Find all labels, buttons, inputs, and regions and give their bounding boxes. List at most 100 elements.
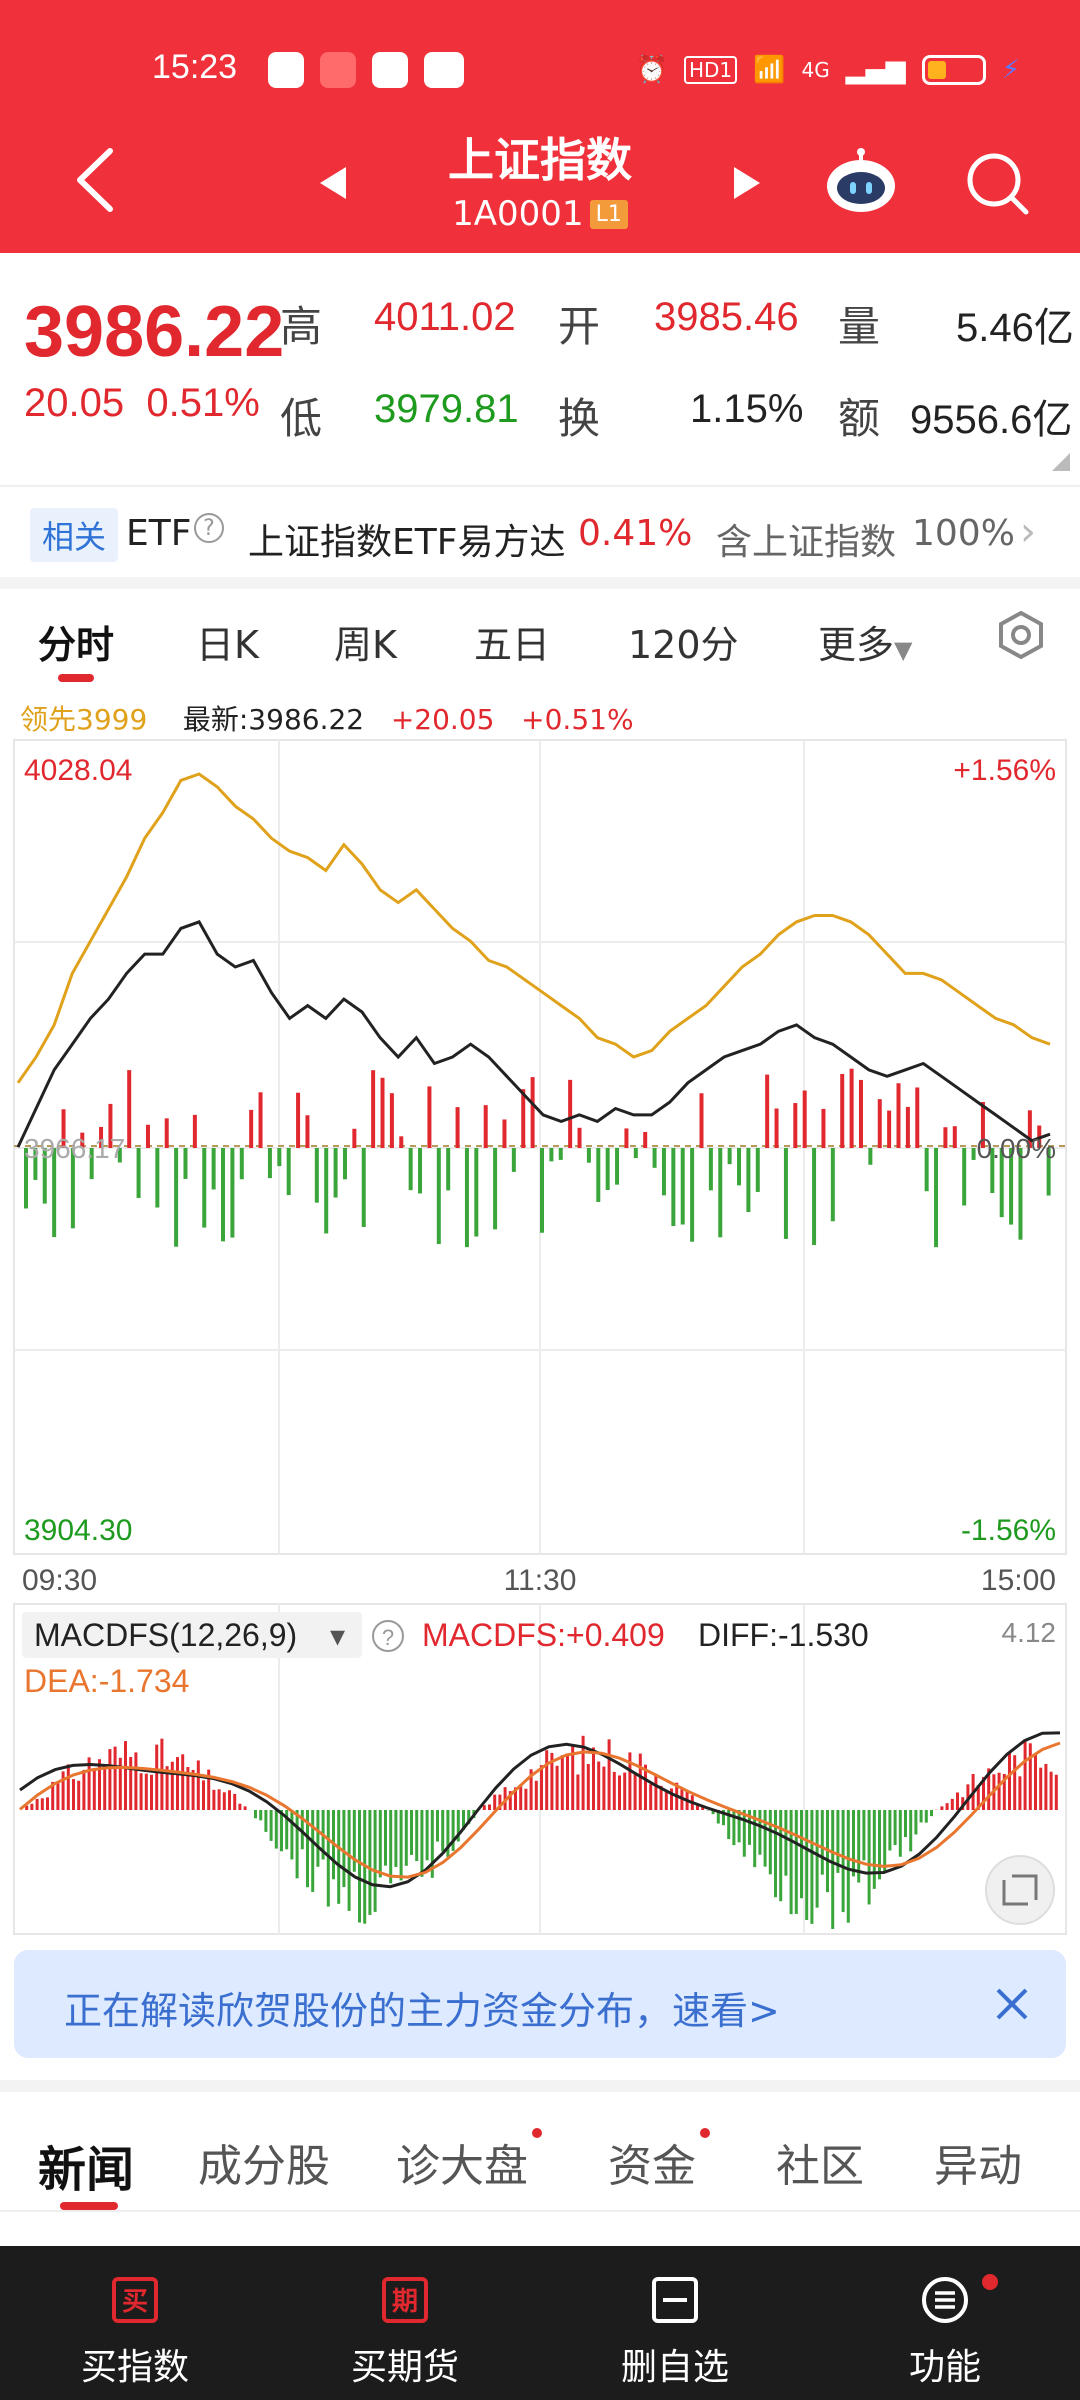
alarm-icon: ⏰	[635, 55, 668, 85]
volume-bar	[502, 1119, 507, 1148]
tab-more[interactable]: 更多▼	[818, 614, 912, 669]
tab-weekly-k[interactable]: 周K	[334, 614, 397, 669]
ai-banner[interactable]: 正在解读欣贺股份的主力资金分布，速看>	[14, 1950, 1066, 2058]
search-icon[interactable]	[964, 150, 1030, 216]
macd-bar	[254, 1810, 257, 1819]
etf-percent: 0.41%	[578, 513, 693, 554]
macd-bar	[555, 1765, 559, 1810]
macd-bar	[1049, 1771, 1053, 1810]
volume-bar	[858, 1079, 863, 1148]
volume-bar	[605, 1148, 610, 1191]
related-etf-row[interactable]: 相关 ETF ? 上证指数ETF易方达 0.41% 含上证指数 100% ›	[0, 485, 1080, 577]
macd-bar	[493, 1794, 497, 1810]
macd-bar	[243, 1806, 247, 1810]
tab-capital[interactable]: 资金	[608, 2130, 696, 2194]
notification-dot	[700, 2128, 710, 2138]
remove-watchlist-button[interactable]: 删自选	[540, 2246, 810, 2400]
volume-bar	[624, 1128, 629, 1148]
macd-bar	[872, 1810, 876, 1889]
tab-market-diagnosis[interactable]: 诊大盘	[396, 2130, 528, 2194]
svg-text:期: 期	[392, 2286, 418, 2316]
tab-intraday[interactable]: 分时	[38, 614, 114, 669]
buy-icon: 买	[112, 2277, 158, 2323]
macd-bar	[108, 1749, 112, 1810]
macd-bar	[737, 1810, 741, 1843]
macd-bar	[1018, 1776, 1022, 1810]
volume-bar	[934, 1148, 939, 1248]
fullscreen-icon[interactable]	[985, 1855, 1055, 1925]
volume-bar	[211, 1148, 216, 1190]
macd-bar	[274, 1810, 278, 1849]
x-label-mid: 11:30	[504, 1564, 577, 1597]
volume-bar	[755, 1148, 760, 1192]
macd-bar	[404, 1810, 408, 1866]
volume-bar	[596, 1148, 601, 1202]
volume-bar	[530, 1077, 535, 1148]
tab-news[interactable]: 新闻	[38, 2130, 134, 2200]
contains-weight: 100%	[912, 513, 1015, 554]
tab-community[interactable]: 社区	[776, 2130, 864, 2194]
next-index-icon[interactable]	[732, 165, 762, 201]
amount-value: 9556.6亿	[910, 398, 1073, 442]
low-value: 3979.81	[374, 387, 519, 431]
signal-icon: ▂▄▆	[845, 55, 906, 85]
tab-daily-k[interactable]: 日K	[196, 614, 259, 669]
macd-bar	[779, 1810, 783, 1902]
volume-bar	[230, 1148, 235, 1238]
volume-bar	[352, 1128, 357, 1148]
macd-bar	[524, 1788, 528, 1810]
volume-bar	[783, 1148, 788, 1239]
volume-bar	[277, 1148, 282, 1167]
turnover-label: 换	[558, 394, 601, 443]
macd-bar	[852, 1810, 855, 1877]
macd-bar	[347, 1810, 351, 1911]
volume-bar	[849, 1068, 854, 1148]
high-label: 高	[280, 302, 323, 351]
info-tabs: 新闻 成分股 诊大盘 资金 社区 异动	[0, 2080, 1080, 2210]
macd-bar	[597, 1761, 601, 1810]
volume-bar	[737, 1148, 742, 1186]
dea-value: DEA:-1.734	[24, 1663, 189, 1699]
functions-button[interactable]: 功能	[810, 2246, 1080, 2400]
settings-hexagon-icon[interactable]	[996, 610, 1046, 660]
intraday-chart[interactable]: 4028.04 3904.30 +1.56% -1.56% 3966.17 0.00% 09…	[0, 684, 1080, 1944]
volume-bar	[943, 1127, 948, 1148]
macd-bar	[545, 1750, 549, 1810]
volume-bar	[333, 1148, 338, 1198]
buy-index-button[interactable]: 买 买指数	[0, 2246, 270, 2400]
tab-120min[interactable]: 120分	[628, 614, 739, 669]
macd-bar	[269, 1810, 273, 1841]
buy-futures-button[interactable]: 期 买期货	[270, 2246, 540, 2400]
macd-bar	[612, 1771, 616, 1810]
macd-bar	[810, 1810, 814, 1924]
macd-bar	[56, 1781, 60, 1810]
volume-bar	[877, 1099, 882, 1148]
robot-assistant-icon[interactable]	[822, 148, 900, 216]
close-icon[interactable]	[994, 1986, 1030, 2022]
x-label-close: 15:00	[981, 1564, 1056, 1597]
volume-bar	[690, 1148, 695, 1242]
tab-constituents[interactable]: 成分股	[198, 2130, 330, 2194]
help-icon[interactable]: ?	[194, 513, 224, 543]
header: 15:23 ⏰ HD1 📶 4G ▂▄▆ ⚡ 上证指数 1A0001 L1	[0, 0, 1080, 253]
macd-bar	[212, 1789, 216, 1810]
tab-unusual[interactable]: 异动	[934, 2130, 1022, 2194]
remove-watchlist-icon	[652, 2277, 698, 2323]
volume-bar	[174, 1148, 179, 1247]
macd-bar	[638, 1753, 642, 1810]
macd-bar	[144, 1773, 148, 1810]
tab-five-day[interactable]: 五日	[474, 614, 550, 669]
macd-bar	[664, 1790, 668, 1810]
macd-bar	[160, 1738, 164, 1810]
expand-triangle-icon[interactable]	[1052, 453, 1070, 471]
volume-bar	[474, 1148, 479, 1237]
macd-bar	[394, 1810, 398, 1867]
macd-bar	[290, 1810, 294, 1860]
contains-label: 含上证指数	[716, 522, 897, 563]
macd-bar	[1028, 1743, 1032, 1810]
notification-dot	[982, 2274, 998, 2290]
high-value: 4011.02	[374, 295, 516, 339]
macd-bar	[940, 1806, 944, 1810]
macd-bar	[358, 1810, 361, 1923]
macd-bar	[259, 1810, 263, 1821]
